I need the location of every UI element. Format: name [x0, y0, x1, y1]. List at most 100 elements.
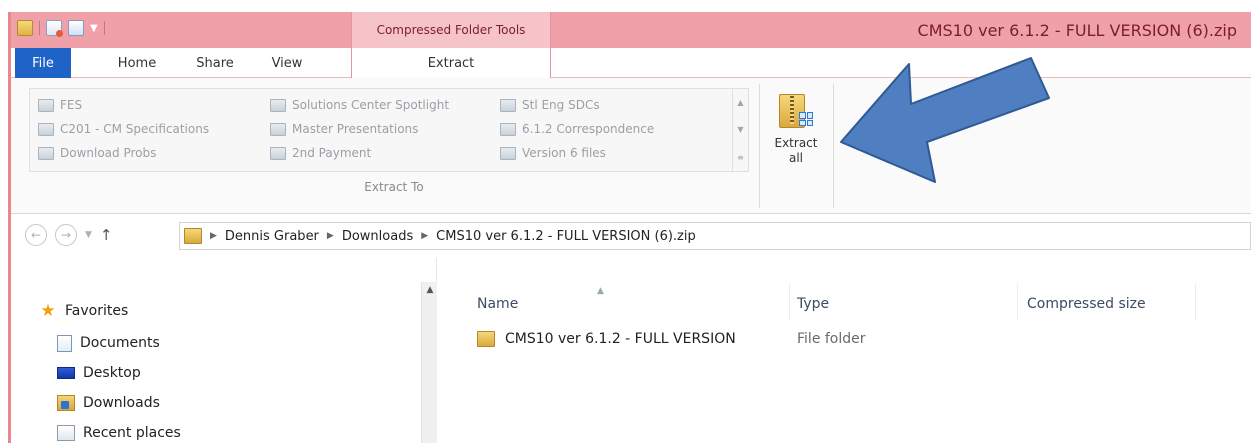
extract-all-label-line1: Extract [774, 136, 818, 150]
toolbar-separator [39, 21, 40, 35]
nav-item-label: Desktop [83, 365, 141, 381]
quick-access-toolbar: ▼ [17, 20, 105, 37]
tab-extract[interactable]: Extract [351, 48, 551, 79]
column-header-type[interactable]: Type [797, 296, 829, 312]
nav-item-label: Recent places [83, 425, 181, 441]
extract-to-item-label: 2nd Payment [292, 146, 372, 160]
breadcrumb-zip-file[interactable]: CMS10 ver 6.1.2 - FULL VERSION (6).zip [436, 229, 696, 244]
folder-icon [38, 122, 54, 136]
navigation-bar: ← → ▼ ↑ ▶ Dennis Graber ▶ Downloads ▶ CM… [11, 214, 1251, 258]
tab-home[interactable]: Home [107, 48, 167, 78]
folder-icon [38, 146, 54, 160]
navigation-pane-scrollbar[interactable]: ▲ [421, 282, 437, 443]
breadcrumb-downloads[interactable]: Downloads [342, 229, 413, 244]
extract-to-item[interactable]: 2nd Payment [270, 143, 371, 163]
nav-item-downloads[interactable]: Downloads [57, 392, 160, 414]
file-list-row[interactable]: CMS10 ver 6.1.2 - FULL VERSION [477, 328, 736, 350]
up-arrow-icon[interactable]: ↑ [100, 226, 113, 244]
gallery-scroll-controls: ▲ ▼ ≡ [732, 89, 748, 171]
navigation-pane: ★ Favorites Documents Desktop Downloads … [11, 258, 437, 443]
address-bar[interactable]: ▶ Dennis Graber ▶ Downloads ▶ CMS10 ver … [179, 222, 1251, 250]
properties-icon[interactable] [46, 20, 63, 37]
breadcrumb-separator-icon[interactable]: ▶ [210, 231, 217, 241]
column-divider[interactable] [1017, 284, 1018, 320]
breadcrumb-separator-icon[interactable]: ▶ [327, 231, 334, 241]
extract-all-label-line2: all [788, 151, 803, 165]
file-type: File folder [797, 331, 866, 347]
extract-to-item[interactable]: Stl Eng SDCs [500, 95, 600, 115]
folder-icon [184, 228, 202, 244]
context-tab-group-label: Compressed Folder Tools [351, 12, 551, 48]
extract-to-item[interactable]: Download Probs [38, 143, 156, 163]
extract-to-item-label: Solutions Center Spotlight [292, 98, 450, 112]
extract-all-label: Extract all [775, 136, 818, 166]
recent-places-icon [57, 425, 75, 441]
forward-arrow-icon[interactable]: → [55, 224, 77, 246]
gallery-expand-icon[interactable]: ≡ [733, 144, 748, 171]
folder-icon [38, 98, 54, 112]
title-bar: ▼ Compressed Folder Tools CMS10 ver 6.1.… [11, 12, 1251, 48]
column-header-name[interactable]: Name [477, 296, 518, 312]
nav-item-documents[interactable]: Documents [57, 332, 160, 354]
gallery-scroll-down-icon[interactable]: ▼ [733, 116, 748, 143]
extract-to-item-label: Version 6 files [522, 146, 606, 160]
extract-all-button[interactable]: Extract all [765, 86, 827, 182]
nav-item-label: Documents [80, 335, 160, 351]
breadcrumb-separator-icon[interactable]: ▶ [421, 231, 428, 241]
tab-file[interactable]: File [15, 48, 71, 78]
extract-to-item[interactable]: C201 - CM Specifications [38, 119, 209, 139]
ribbon-tabs: File Home Share View Extract [11, 48, 1251, 79]
back-arrow-icon[interactable]: ← [25, 224, 47, 246]
gallery-scroll-up-icon[interactable]: ▲ [733, 89, 748, 116]
scroll-up-icon[interactable]: ▲ [422, 282, 438, 298]
extract-to-item-label: C201 - CM Specifications [60, 122, 210, 136]
annotation-arrow-icon [840, 57, 1050, 183]
new-folder-icon[interactable] [68, 20, 84, 36]
column-divider[interactable] [789, 284, 790, 320]
navigation-buttons: ← → ▼ ↑ [25, 224, 113, 246]
nav-item-label: Favorites [65, 303, 129, 319]
tab-view[interactable]: View [259, 48, 315, 78]
folder-icon [500, 122, 516, 136]
extract-to-item-label: Master Presentations [292, 122, 419, 136]
extract-to-item-label: 6.1.2 Correspondence [522, 122, 655, 136]
extract-to-group: FES C201 - CM Specifications Download Pr… [29, 88, 759, 198]
extract-to-item-label: FES [60, 98, 83, 112]
extract-to-item-label: Download Probs [60, 146, 157, 160]
folder-icon [270, 122, 286, 136]
customize-toolbar-chevron-icon[interactable]: ▼ [90, 23, 98, 34]
nav-item-favorites[interactable]: ★ Favorites [39, 300, 128, 322]
breadcrumb-dennis-graber[interactable]: Dennis Graber [225, 229, 319, 244]
extract-all-icon [779, 90, 813, 130]
folder-icon [270, 146, 286, 160]
document-page-strip [0, 0, 1251, 12]
extract-to-item-label: Stl Eng SDCs [522, 98, 600, 112]
folder-icon [270, 98, 286, 112]
column-divider[interactable] [1195, 284, 1196, 320]
extract-to-item[interactable]: FES [38, 95, 82, 115]
folder-icon[interactable] [17, 20, 33, 36]
extract-to-item[interactable]: Version 6 files [500, 143, 606, 163]
sort-ascending-icon: ▲ [597, 286, 604, 296]
column-header-compressed-size[interactable]: Compressed size [1027, 296, 1146, 312]
extract-to-item[interactable]: Solutions Center Spotlight [270, 95, 449, 115]
tab-share[interactable]: Share [187, 48, 243, 78]
documents-icon [57, 334, 72, 352]
recent-locations-chevron-icon[interactable]: ▼ [85, 230, 92, 240]
folder-icon [500, 98, 516, 112]
folder-icon [477, 331, 495, 347]
file-list-pane: ▲ Name Type Compressed size CMS10 ver 6.… [437, 258, 1251, 443]
ribbon-group-divider [759, 84, 760, 208]
desktop-icon [57, 367, 75, 379]
nav-item-recent-places[interactable]: Recent places [57, 422, 181, 443]
toolbar-separator [103, 21, 105, 35]
explorer-window: ▼ Compressed Folder Tools CMS10 ver 6.1.… [8, 12, 1251, 443]
star-icon: ★ [40, 301, 56, 321]
extract-to-item[interactable]: 6.1.2 Correspondence [500, 119, 654, 139]
file-name: CMS10 ver 6.1.2 - FULL VERSION [505, 331, 736, 347]
extract-to-item[interactable]: Master Presentations [270, 119, 418, 139]
nav-item-desktop[interactable]: Desktop [57, 362, 141, 384]
folder-icon [500, 146, 516, 160]
extract-to-gallery: FES C201 - CM Specifications Download Pr… [29, 88, 749, 172]
extract-to-group-label: Extract To [364, 180, 424, 194]
